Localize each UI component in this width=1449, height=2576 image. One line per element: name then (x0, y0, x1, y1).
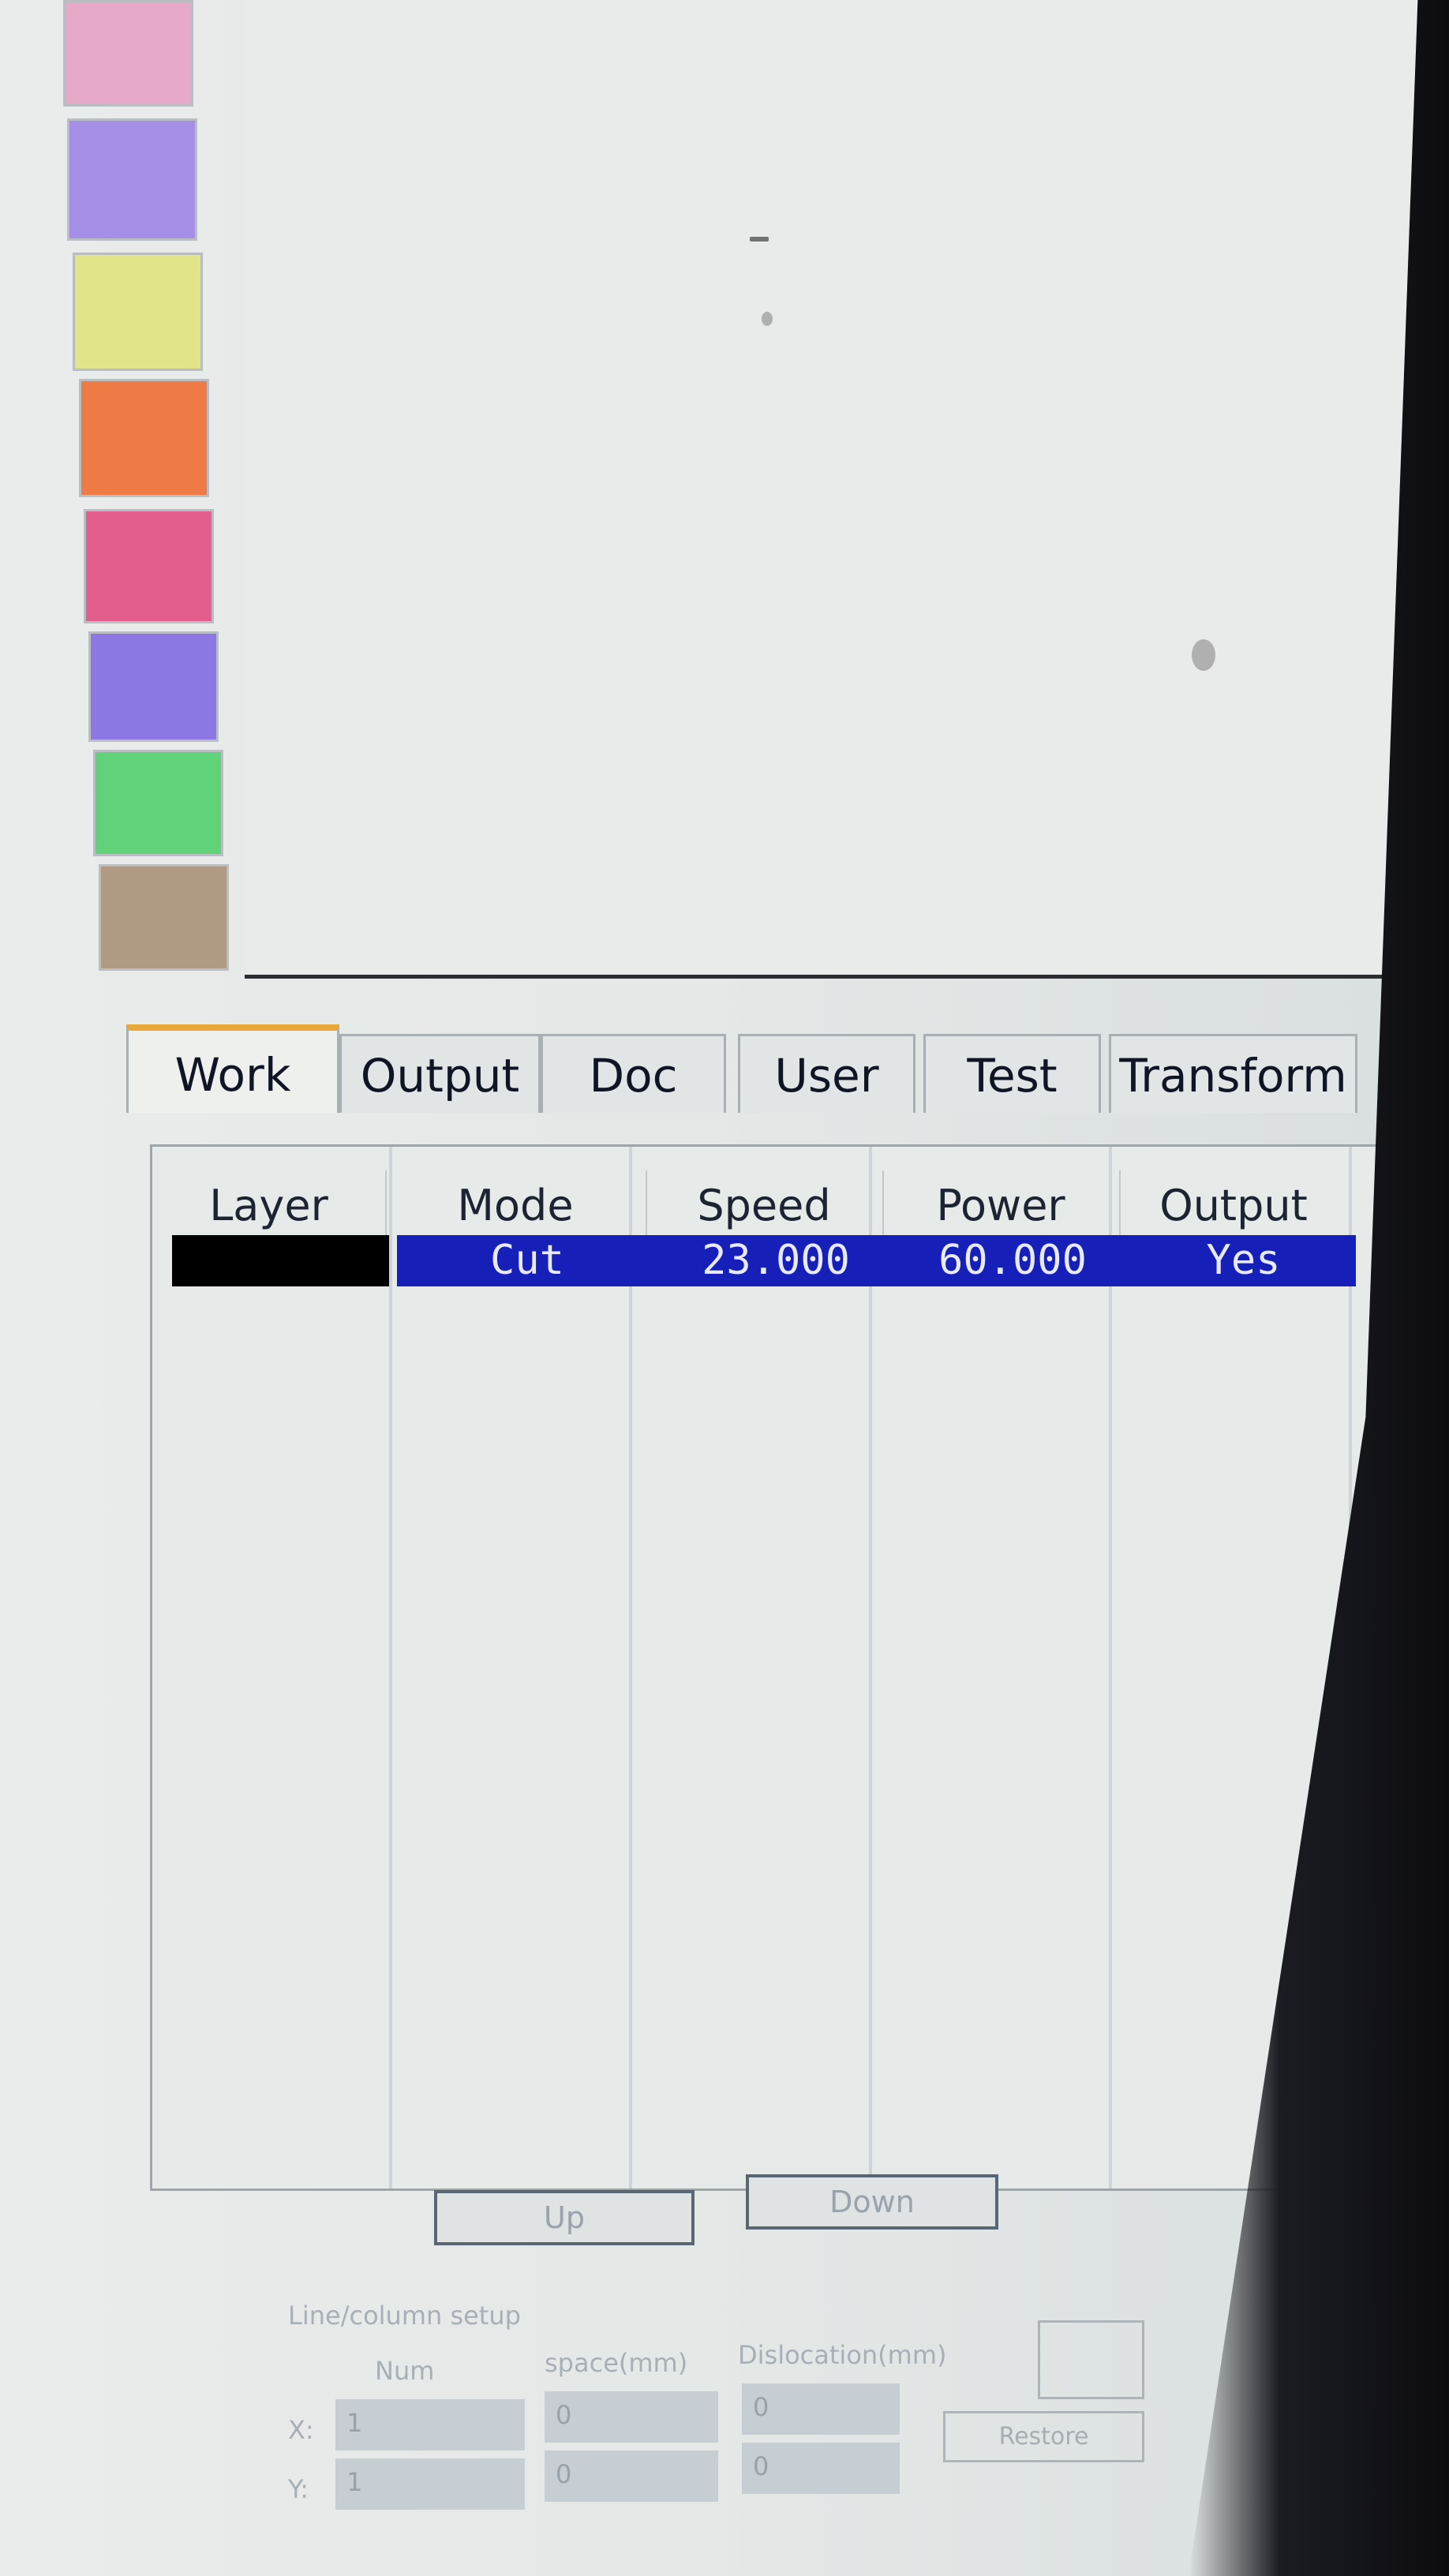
line-column-icon[interactable] (1038, 2320, 1144, 2399)
color-palette (55, 0, 248, 979)
table-row[interactable]: Cut 23.000 60.000 Yes (172, 1235, 1356, 1286)
tab-test[interactable]: Test (923, 1034, 1101, 1113)
tab-doc[interactable]: Doc (541, 1034, 726, 1113)
tab-user[interactable]: User (738, 1034, 915, 1113)
cell-output: Yes (1131, 1235, 1356, 1286)
tab-output[interactable]: Output (339, 1034, 541, 1113)
up-button[interactable]: Up (434, 2190, 695, 2245)
cell-speed: 23.000 (657, 1235, 897, 1286)
column-header-layer: Layer (152, 1170, 387, 1241)
x-dislocation-field[interactable]: 0 (742, 2383, 900, 2435)
palette-swatch[interactable] (99, 864, 229, 971)
canvas-mark (762, 312, 773, 326)
palette-swatch[interactable] (79, 379, 209, 497)
cell-mode: Cut (397, 1235, 660, 1286)
dislocation-label: Dislocation(mm) (738, 2340, 947, 2370)
x-num-field[interactable]: 1 (335, 2399, 525, 2451)
y-dislocation-field[interactable]: 0 (742, 2443, 900, 2494)
down-button[interactable]: Down (746, 2174, 998, 2230)
screen: Work Output Doc User Test Transform Laye… (0, 0, 1449, 2576)
tab-bar: Work Output Doc User Test Transform (126, 1024, 1357, 1113)
column-lines (152, 1147, 1383, 2188)
palette-swatch[interactable] (67, 118, 197, 241)
palette-swatch[interactable] (88, 631, 219, 742)
line-column-title: Line/column setup (288, 2301, 521, 2331)
layer-panel: Layer Mode Speed Power Output Cut 23.000… (150, 1144, 1386, 2191)
canvas-mark (750, 237, 769, 242)
restore-button[interactable]: Restore (943, 2411, 1144, 2462)
palette-swatch[interactable] (73, 253, 203, 371)
x-label: X: (288, 2415, 314, 2445)
y-space-field[interactable]: 0 (545, 2451, 718, 2502)
layer-color-swatch (172, 1235, 389, 1286)
tab-transform[interactable]: Transform (1109, 1034, 1357, 1113)
column-header-speed: Speed (646, 1170, 884, 1241)
x-space-field[interactable]: 0 (545, 2391, 718, 2443)
palette-swatch[interactable] (63, 0, 193, 107)
column-header-mode: Mode (385, 1170, 647, 1241)
drawing-canvas[interactable] (245, 0, 1428, 979)
cell-power: 60.000 (894, 1235, 1133, 1286)
y-label: Y: (288, 2474, 309, 2504)
palette-swatch[interactable] (93, 750, 223, 856)
canvas-mark (1192, 639, 1215, 671)
space-label: space(mm) (545, 2348, 688, 2378)
tab-work[interactable]: Work (126, 1024, 339, 1113)
num-label: Num (375, 2356, 435, 2386)
column-header-output: Output (1159, 1181, 1308, 1230)
palette-swatch[interactable] (84, 509, 214, 623)
column-header-power: Power (882, 1170, 1121, 1241)
y-num-field[interactable]: 1 (335, 2458, 525, 2510)
